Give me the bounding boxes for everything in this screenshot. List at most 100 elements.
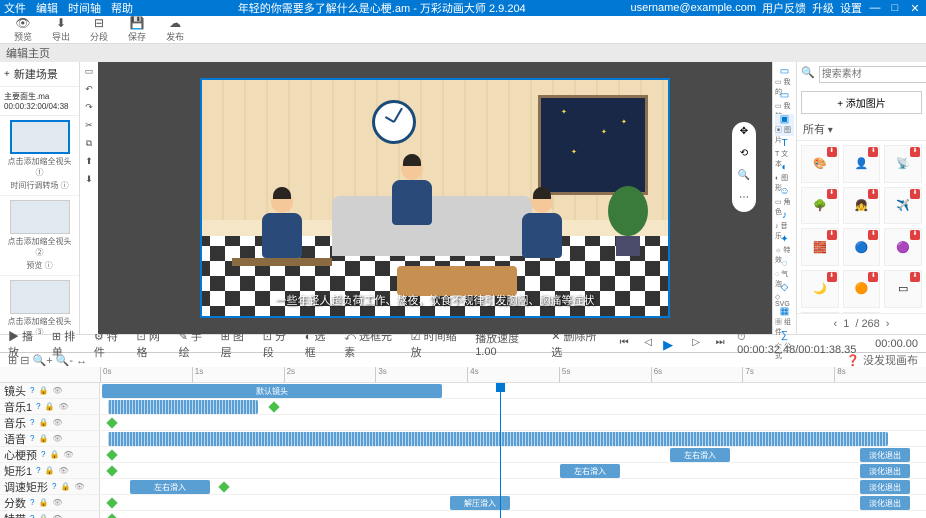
- close-button[interactable]: ✕: [908, 2, 922, 15]
- tool-redo[interactable]: ↷: [82, 102, 96, 116]
- track-lock-icon[interactable]: 🔒: [38, 434, 48, 443]
- maximize-button[interactable]: □: [888, 2, 902, 14]
- asset-item[interactable]: 🔵⬇: [843, 228, 881, 266]
- step-fwd-button[interactable]: ▷: [687, 337, 705, 351]
- asset-item[interactable]: 🌳⬇: [801, 187, 839, 225]
- track-lane[interactable]: 左右滑入淡化退出: [100, 479, 926, 494]
- next-frame-button[interactable]: ⏭: [711, 337, 729, 351]
- pager-next[interactable]: ›: [886, 318, 890, 330]
- vtool-music[interactable]: ♪♪ 音乐: [775, 210, 794, 232]
- track-help-icon[interactable]: ?: [30, 514, 34, 518]
- vtool-my1[interactable]: ▭▭ 我的: [775, 66, 794, 88]
- track-help-icon[interactable]: ?: [36, 466, 40, 475]
- asset-item[interactable]: ✈️⬇: [884, 187, 922, 225]
- settings-link[interactable]: 设置: [840, 0, 862, 16]
- toolbar-save[interactable]: 💾保存: [120, 16, 154, 43]
- track-lane[interactable]: 左右滑入淡化退出: [100, 447, 926, 462]
- track-help-icon[interactable]: ?: [30, 386, 34, 395]
- vtool-formula[interactable]: ∑☆ 公式: [775, 330, 794, 352]
- asset-item[interactable]: ▭⬇: [843, 312, 881, 313]
- track-help-icon[interactable]: ?: [36, 402, 40, 411]
- track-lane[interactable]: [100, 511, 926, 518]
- track-lock-icon[interactable]: 🔒: [38, 498, 48, 507]
- vtool-widget[interactable]: ▦▦ 组件: [775, 306, 794, 328]
- search-input[interactable]: [819, 66, 926, 83]
- track-lock-icon[interactable]: 🔒: [45, 402, 55, 411]
- minimize-button[interactable]: —: [868, 2, 882, 14]
- vtool-bubble[interactable]: ◌◌ 气泡: [775, 258, 794, 280]
- tool-move[interactable]: ✥: [736, 126, 752, 142]
- asset-item[interactable]: ▭⬇: [884, 270, 922, 308]
- track-lock-icon[interactable]: 🔒: [49, 450, 59, 459]
- asset-item[interactable]: 🎨⬇: [801, 145, 839, 183]
- track-lock-icon[interactable]: 🔒: [38, 514, 48, 518]
- tool-rotate[interactable]: ⟲: [736, 148, 752, 164]
- track-eye-icon[interactable]: 👁: [52, 434, 62, 443]
- track-help-icon[interactable]: ?: [30, 498, 34, 507]
- timeline-ruler[interactable]: 0s 1s 2s 3s 4s 5s 6s 7s 8s: [0, 367, 926, 383]
- tab-edit-main[interactable]: 编辑主页: [6, 45, 50, 61]
- toolbar-publish[interactable]: ☁发布: [158, 16, 192, 43]
- vtool-text[interactable]: TT 文本: [775, 138, 794, 160]
- prev-frame-button[interactable]: ⏮: [615, 337, 633, 351]
- tool-select[interactable]: ▭: [82, 66, 96, 80]
- tool-copy[interactable]: ⧉: [82, 138, 96, 152]
- menu-timeline[interactable]: 时间轴: [68, 0, 101, 16]
- menu-file[interactable]: 文件: [4, 0, 26, 16]
- tool-layer-down[interactable]: ⬇: [82, 174, 96, 188]
- menu-help[interactable]: 帮助: [111, 0, 133, 16]
- track-eye-icon[interactable]: 👁: [52, 386, 62, 395]
- menu-edit[interactable]: 编辑: [36, 0, 58, 16]
- track-lock-icon[interactable]: 🔒: [38, 386, 48, 395]
- toolbar-segment[interactable]: ⊟分段: [82, 16, 116, 43]
- asset-item[interactable]: 🌙⬇: [801, 270, 839, 308]
- new-scene-button[interactable]: + 新建场景: [0, 62, 79, 87]
- tool-layer-up[interactable]: ⬆: [82, 156, 96, 170]
- track-eye-icon[interactable]: 👁: [59, 402, 69, 411]
- track-eye-icon[interactable]: 👁: [52, 418, 62, 427]
- timeline-tools[interactable]: ⊞ ⊟ 🔍+ 🔍- ↔: [8, 354, 87, 367]
- asset-item[interactable]: 🟣⬇: [884, 228, 922, 266]
- track-lane[interactable]: [100, 399, 926, 414]
- asset-item[interactable]: ▭⬇: [801, 312, 839, 313]
- track-eye-icon[interactable]: 👁: [52, 514, 62, 518]
- track-lane[interactable]: 解压滑入淡化退出: [100, 495, 926, 510]
- vtool-effect[interactable]: ✦☼ 特效: [775, 234, 794, 256]
- track-eye-icon[interactable]: 👁: [74, 482, 84, 491]
- vtool-my2[interactable]: ▭▭ 我的: [775, 90, 794, 112]
- scene-item-3[interactable]: 点击添加缩全视头③: [0, 276, 79, 334]
- user-label[interactable]: username@example.com: [631, 2, 757, 14]
- upgrade-link[interactable]: 升级: [812, 0, 834, 16]
- asset-item[interactable]: 👤⬇: [843, 145, 881, 183]
- track-lock-icon[interactable]: 🔒: [60, 482, 70, 491]
- track-help-icon[interactable]: ?: [30, 434, 34, 443]
- step-back-button[interactable]: ◁: [639, 337, 657, 351]
- track-lane[interactable]: [100, 415, 926, 430]
- timecode-input[interactable]: 00:00.00: [875, 338, 918, 350]
- track-eye-icon[interactable]: 👁: [63, 450, 73, 459]
- track-help-icon[interactable]: ?: [52, 482, 56, 491]
- track-eye-icon[interactable]: 👁: [59, 466, 69, 475]
- asset-item[interactable]: 🟠⬇: [843, 270, 881, 308]
- track-lane[interactable]: 默认镜头: [100, 383, 926, 398]
- toolbar-export[interactable]: ⬇导出: [44, 16, 78, 43]
- playhead[interactable]: [500, 383, 501, 518]
- tool-cut[interactable]: ✂: [82, 120, 96, 134]
- stage-canvas[interactable]: ✦ ✦ ✦ ✦ 一些年轻人超负荷工作、熬夜、饮食不规律引发胸闷、胸痛等症状: [200, 78, 670, 318]
- feedback-link[interactable]: 用户反馈: [762, 0, 806, 16]
- asset-item[interactable]: 📡⬇: [884, 145, 922, 183]
- tool-more[interactable]: ⋯: [736, 192, 752, 208]
- track-help-icon[interactable]: ?: [41, 450, 45, 459]
- asset-item[interactable]: 🧱⬇: [801, 228, 839, 266]
- track-lock-icon[interactable]: 🔒: [45, 466, 55, 475]
- add-image-button[interactable]: + 添加图片: [801, 91, 922, 114]
- toolbar-preview[interactable]: 👁预览: [6, 16, 40, 43]
- track-eye-icon[interactable]: 👁: [52, 498, 62, 507]
- track-help-icon[interactable]: ?: [30, 418, 34, 427]
- pager-prev[interactable]: ‹: [834, 318, 838, 330]
- track-lane[interactable]: 左右滑入淡化退出: [100, 463, 926, 478]
- track-lane[interactable]: [100, 431, 926, 446]
- vtool-svg[interactable]: ◇◇ SVG: [775, 282, 794, 304]
- vtool-shape[interactable]: ◐◐ 图形: [775, 162, 794, 184]
- play-button[interactable]: ▶: [663, 337, 681, 351]
